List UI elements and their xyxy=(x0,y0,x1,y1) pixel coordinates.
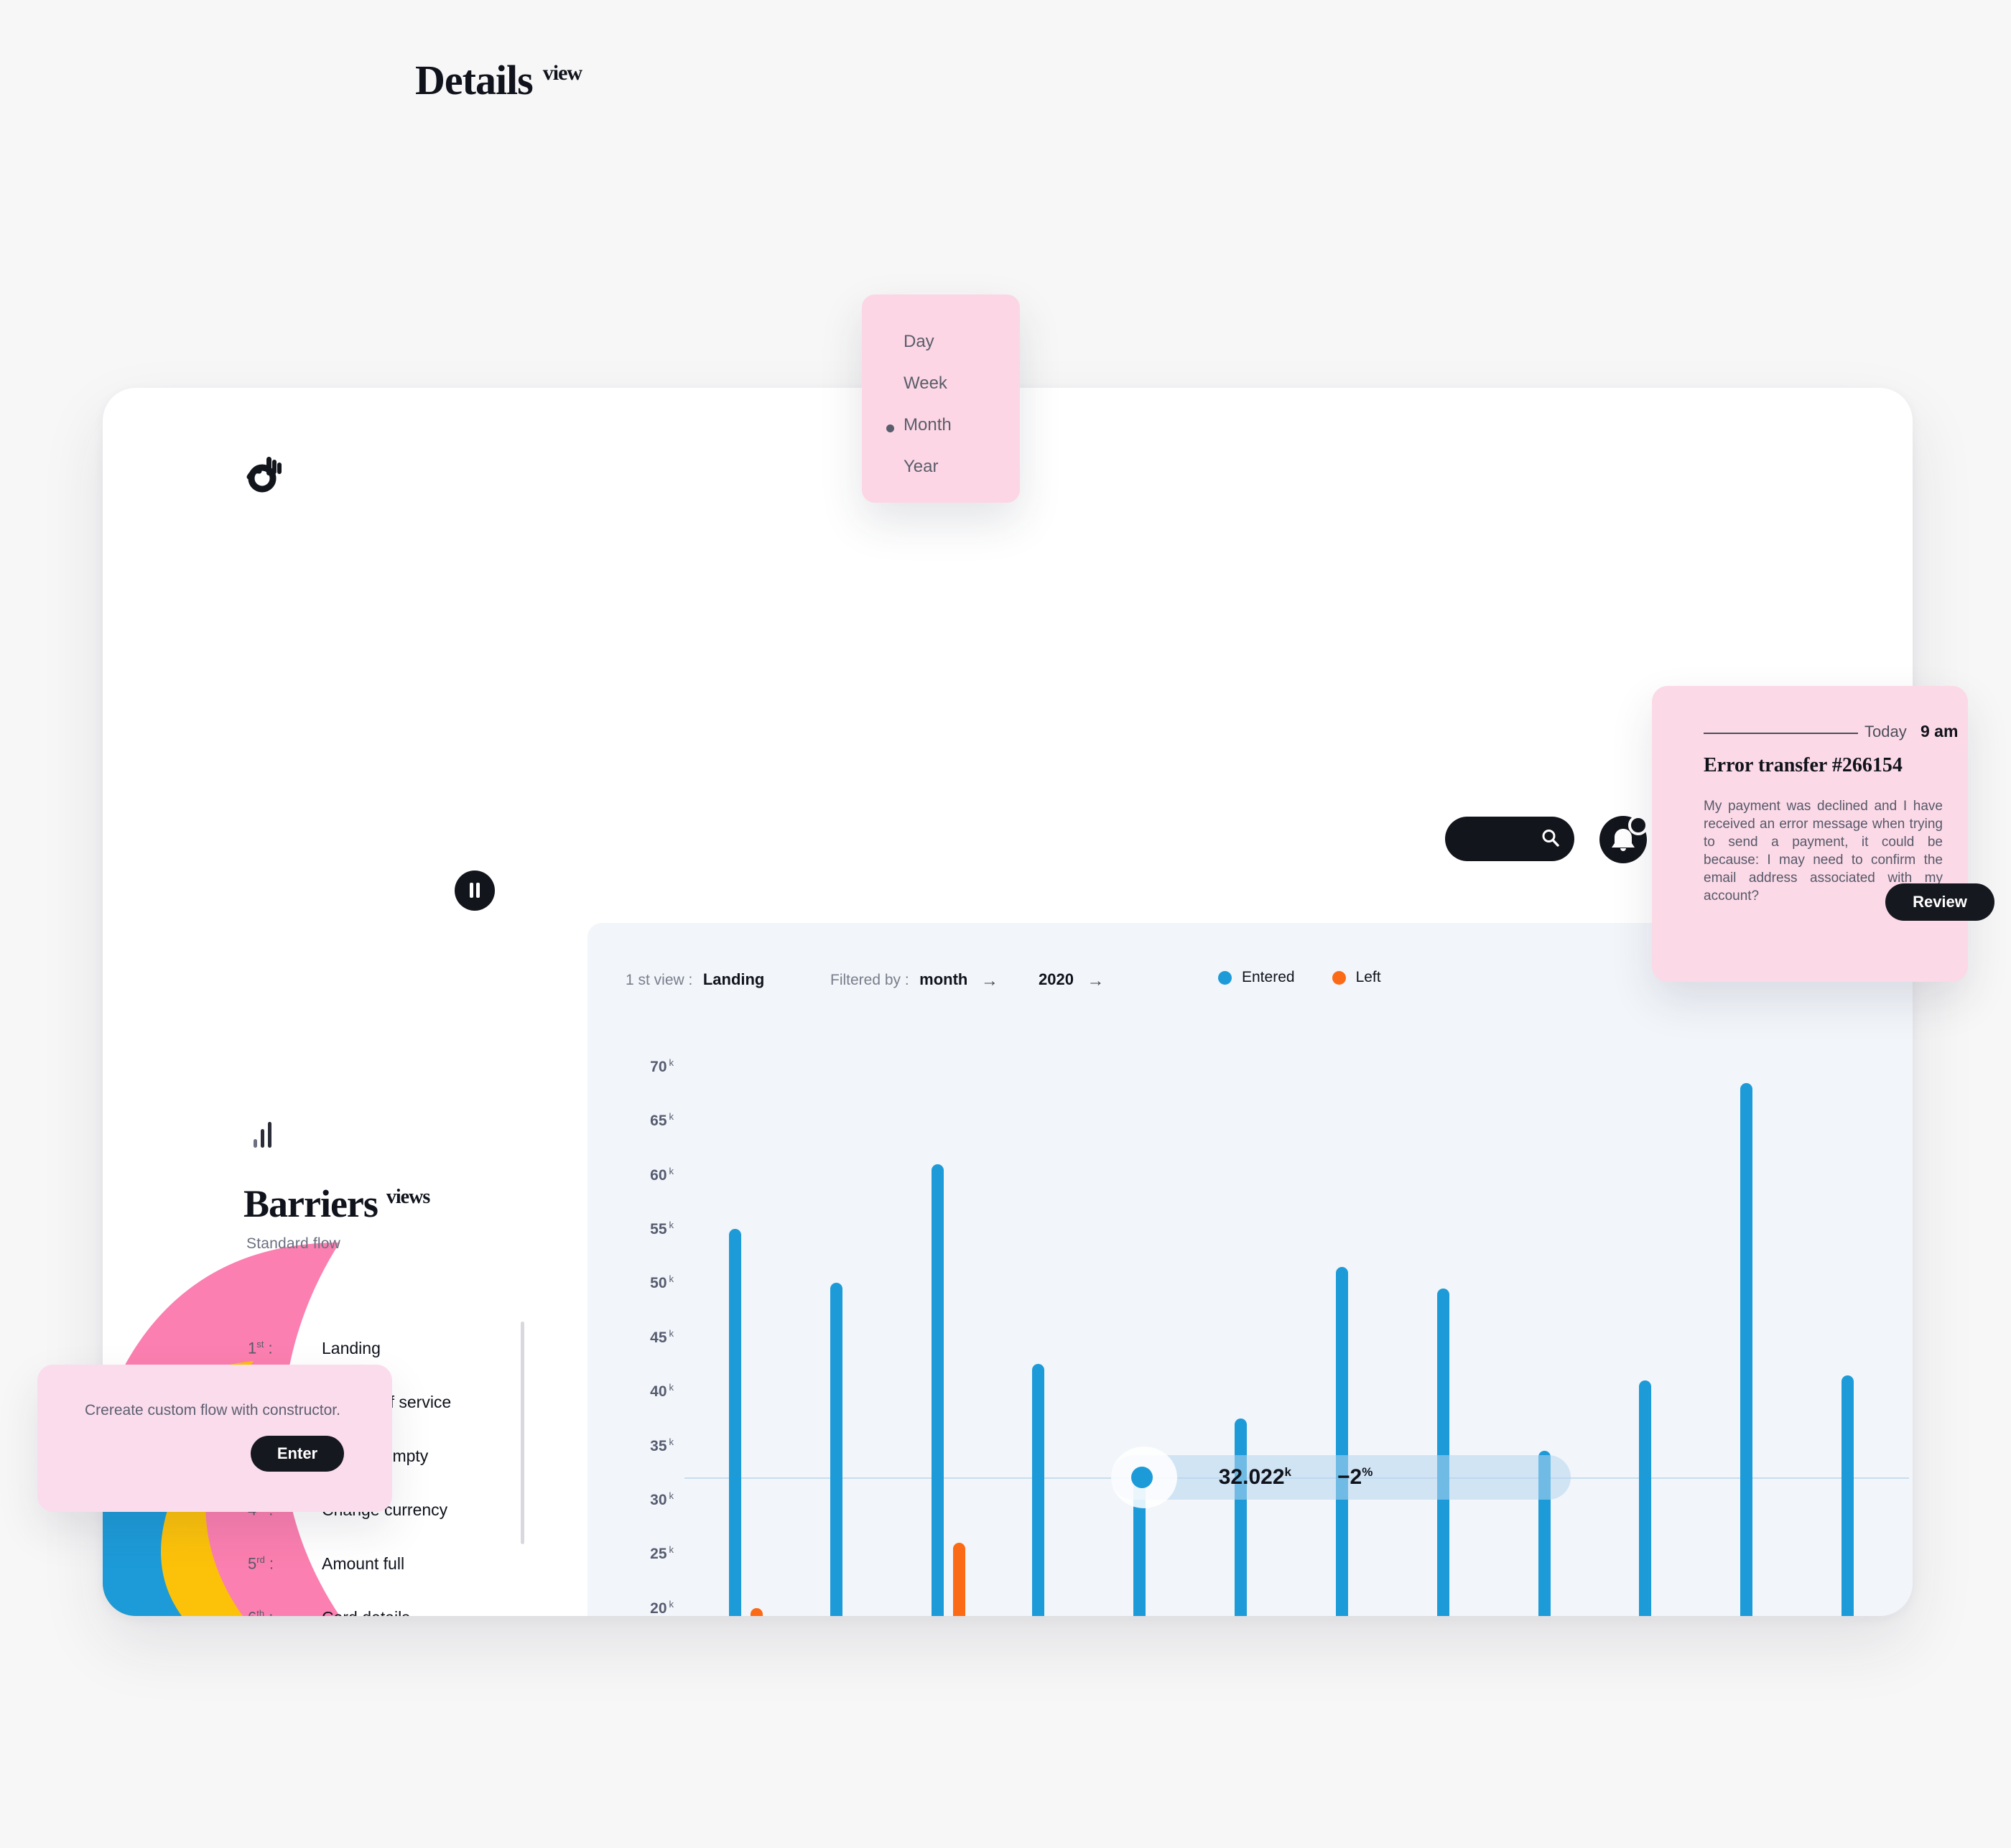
y-axis-tick: 25 k xyxy=(650,1544,674,1563)
period-option-month[interactable]: Month xyxy=(904,415,952,435)
error-card-rule xyxy=(1704,733,1858,734)
y-axis-tick: 45 k xyxy=(650,1327,674,1346)
error-card-day: Today xyxy=(1864,723,1907,740)
y-axis-tick: 70 k xyxy=(650,1057,674,1075)
flow-list-scrollbar[interactable] xyxy=(521,1322,524,1544)
y-axis-tick: 50 k xyxy=(650,1273,674,1292)
chart-plot-area: 70k65k60k55k50k45k40k35k30k25k20k15k10k5… xyxy=(587,923,1913,1616)
page-title-sub: view xyxy=(542,60,582,85)
period-option-year[interactable]: Year xyxy=(904,457,939,477)
flow-step-ordinal: 6th : xyxy=(248,1608,273,1616)
chart-bar-entered[interactable] xyxy=(1032,1364,1045,1616)
sidebar-heading-sub: views xyxy=(386,1186,430,1208)
pause-button[interactable] xyxy=(455,870,495,911)
flow-step-ordinal: 5rd : xyxy=(248,1554,274,1573)
tooltip-entered-delta: −2% xyxy=(1337,1465,1373,1490)
chart-bar-entered[interactable] xyxy=(931,1164,944,1616)
chart-bar-entered[interactable] xyxy=(1436,1288,1449,1616)
error-card-title: Error transfer #266154 xyxy=(1704,754,1903,776)
y-axis-tick: 20 k xyxy=(650,1598,674,1616)
page-title-main: Details xyxy=(415,57,534,103)
constructor-card: Crereate custom flow with constructor. E… xyxy=(37,1365,392,1512)
constructor-card-text: Crereate custom flow with constructor. xyxy=(85,1402,340,1418)
notifications-button[interactable] xyxy=(1599,815,1648,863)
y-axis-tick: 55 k xyxy=(650,1220,674,1238)
flow-step-label: Landing xyxy=(322,1339,381,1357)
period-dropdown[interactable]: Day Week Month Year xyxy=(862,294,1020,503)
chart-bar-entered[interactable] xyxy=(1639,1380,1652,1616)
chart-panel: 1 st view : Landing Filtered by : month … xyxy=(587,923,1913,1616)
period-option-week[interactable]: Week xyxy=(904,373,947,394)
flow-step-label: Amount full xyxy=(322,1554,405,1573)
page-title: Details view xyxy=(415,56,582,104)
y-axis-tick: 40 k xyxy=(650,1382,674,1401)
flow-step-ordinal: 1st : xyxy=(248,1339,273,1357)
chart-bar-entered[interactable] xyxy=(830,1283,842,1616)
sidebar-subtitle: Standard flow xyxy=(246,1235,341,1252)
tooltip-entered-value: 32.022k xyxy=(1218,1465,1291,1490)
pause-bar-left xyxy=(470,883,473,898)
y-axis-tick: 60 k xyxy=(650,1165,674,1184)
review-button[interactable]: Review xyxy=(1885,883,1994,921)
chart-bar-entered[interactable] xyxy=(1842,1375,1854,1616)
search-icon xyxy=(1542,830,1559,847)
y-axis-tick: 30 k xyxy=(650,1490,674,1508)
flow-step-item[interactable]: 6th : Card details xyxy=(196,1591,512,1616)
chart-bar-left[interactable] xyxy=(952,1543,965,1616)
ok-hand-icon[interactable] xyxy=(245,452,288,496)
sidebar-heading-main: Barriers xyxy=(243,1182,378,1225)
y-axis-tick: 35 k xyxy=(650,1436,674,1454)
chart-bar-entered[interactable] xyxy=(1335,1266,1348,1616)
chart-bar-entered[interactable] xyxy=(1235,1418,1248,1616)
tooltip-entered-knob xyxy=(1130,1467,1153,1489)
chart-bar-entered[interactable] xyxy=(1740,1082,1753,1616)
error-card-time: 9 am xyxy=(1921,722,1959,740)
chart-bar-left[interactable] xyxy=(750,1607,763,1616)
sidebar-heading: Barriers views xyxy=(243,1181,430,1226)
tooltip-entered[interactable]: 32.022k −2% xyxy=(1110,1447,1571,1509)
flow-step-item[interactable]: 5rd : Amount full xyxy=(196,1537,512,1591)
y-axis-tick: 65 k xyxy=(650,1111,674,1130)
period-option-bullet xyxy=(886,424,894,432)
notification-badge xyxy=(1628,815,1648,835)
bar-chart-icon[interactable] xyxy=(252,1120,277,1148)
period-option-day[interactable]: Day xyxy=(904,332,934,352)
chart-bar-entered[interactable] xyxy=(728,1229,741,1616)
flow-step-label: Card details xyxy=(322,1608,410,1616)
error-notification-card: Today 9 am Error transfer #266154 My pay… xyxy=(1652,686,1994,982)
pause-bar-right xyxy=(476,883,480,898)
enter-button[interactable]: Enter xyxy=(251,1436,344,1472)
search-input[interactable] xyxy=(1445,817,1574,861)
